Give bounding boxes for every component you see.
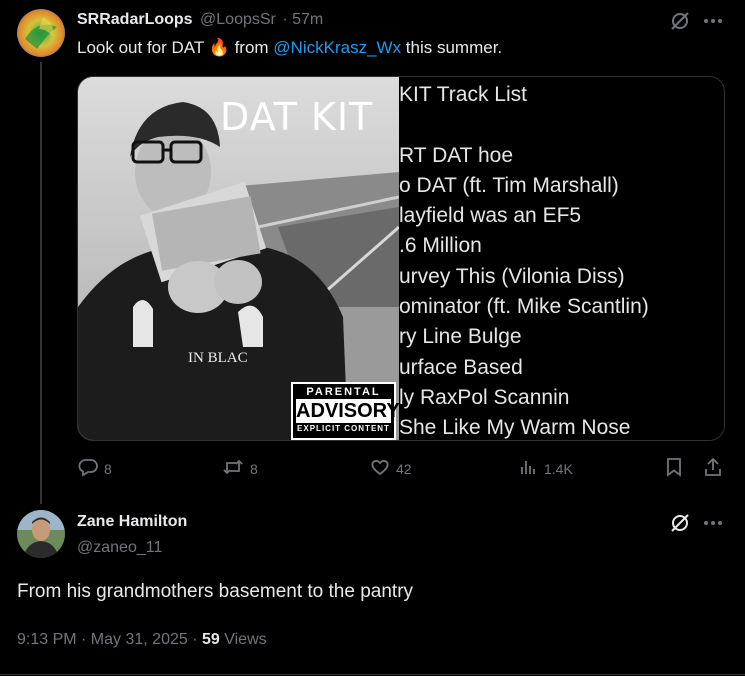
parental-advisory-label: PARENTAL ADVISORY EXPLICIT CONTENT [291, 382, 399, 440]
advisory-line: EXPLICIT CONTENT [297, 424, 390, 433]
track-item: ly RaxPol Scannin [399, 386, 570, 409]
like-icon [370, 457, 390, 480]
like-button[interactable]: 42 [370, 457, 412, 480]
share-button[interactable] [703, 457, 723, 480]
author-handle[interactable]: @LoopsSr [200, 11, 276, 28]
views-icon [518, 457, 538, 480]
views-count: 1.4K [544, 460, 573, 477]
advisory-line: ADVISORY [296, 399, 399, 423]
tweet-text-part: this summer. [401, 38, 503, 57]
reply-text: From his grandmothers basement to the pa… [17, 581, 414, 602]
share-icon [703, 457, 723, 480]
track-item: o DAT (ft. Tim Marshall) [399, 174, 619, 197]
fire-emoji: 🔥 [208, 38, 230, 57]
views-button[interactable]: 1.4K [518, 457, 573, 480]
tweet-header: SRRadarLoops @LoopsSr · 57m [77, 11, 323, 29]
avatar[interactable] [17, 9, 65, 57]
retweet-icon [222, 457, 244, 480]
track-item: She Like My Warm Nose [399, 416, 631, 439]
retweet-count: 8 [250, 460, 258, 477]
tracklist-title: KIT Track List [399, 83, 527, 106]
advisory-line: PARENTAL [306, 386, 381, 398]
media-image[interactable]: IN BLAC DAT KIT PARENTAL ADVISORY EXPLIC… [77, 76, 725, 441]
avatar[interactable] [17, 510, 65, 558]
grok-icon[interactable] [669, 512, 691, 534]
track-item: urface Based [399, 356, 523, 379]
reply-views-count: 59 [201, 631, 220, 648]
mention-link[interactable]: @NickKrasz_Wx [273, 38, 401, 57]
retweet-button[interactable]: 8 [222, 457, 258, 480]
track-item: ominator (ft. Mike Scantlin) [399, 295, 649, 318]
reply-timestamp[interactable]: 9:13 PM · May 31, 2025 · [17, 631, 202, 648]
more-icon[interactable] [702, 10, 724, 32]
thread-line [40, 62, 42, 504]
bookmark-button[interactable] [664, 457, 684, 480]
more-icon[interactable] [702, 512, 724, 534]
reply-icon [78, 457, 98, 480]
tweet-text-part: from [229, 38, 274, 57]
reply-author-name[interactable]: Zane Hamilton [77, 513, 187, 531]
grok-icon[interactable] [669, 10, 691, 32]
tweet-text-part: Look out for DAT [77, 38, 209, 57]
author-name[interactable]: SRRadarLoops [77, 11, 193, 28]
bookmark-icon [664, 457, 684, 480]
track-item: RT DAT hoe [399, 144, 514, 167]
tweet-text: Look out for DAT 🔥 from @NickKrasz_Wx th… [77, 38, 502, 58]
svg-text:IN BLAC: IN BLAC [188, 350, 248, 366]
like-count: 42 [396, 460, 412, 477]
reply-views-label: Views [219, 631, 267, 648]
reply-count: 8 [104, 460, 112, 477]
track-item: ry Line Bulge [399, 325, 522, 348]
tweet-time[interactable]: · 57m [282, 11, 323, 28]
track-item: .6 Million [399, 234, 482, 257]
reply-meta: 9:13 PM · May 31, 2025 · 59 Views [17, 631, 267, 649]
tracklist-panel: KIT Track List RT DAT hoe o DAT (ft. Tim… [399, 77, 724, 440]
reply-author-handle[interactable]: @zaneo_11 [77, 539, 162, 557]
reply-button[interactable]: 8 [78, 457, 112, 480]
track-item: urvey This (Vilonia Diss) [399, 265, 625, 288]
album-cover: IN BLAC DAT KIT PARENTAL ADVISORY EXPLIC… [78, 77, 399, 440]
track-item: layfield was an EF5 [399, 204, 582, 227]
divider [0, 674, 745, 675]
album-title: DAT KIT [220, 95, 374, 139]
